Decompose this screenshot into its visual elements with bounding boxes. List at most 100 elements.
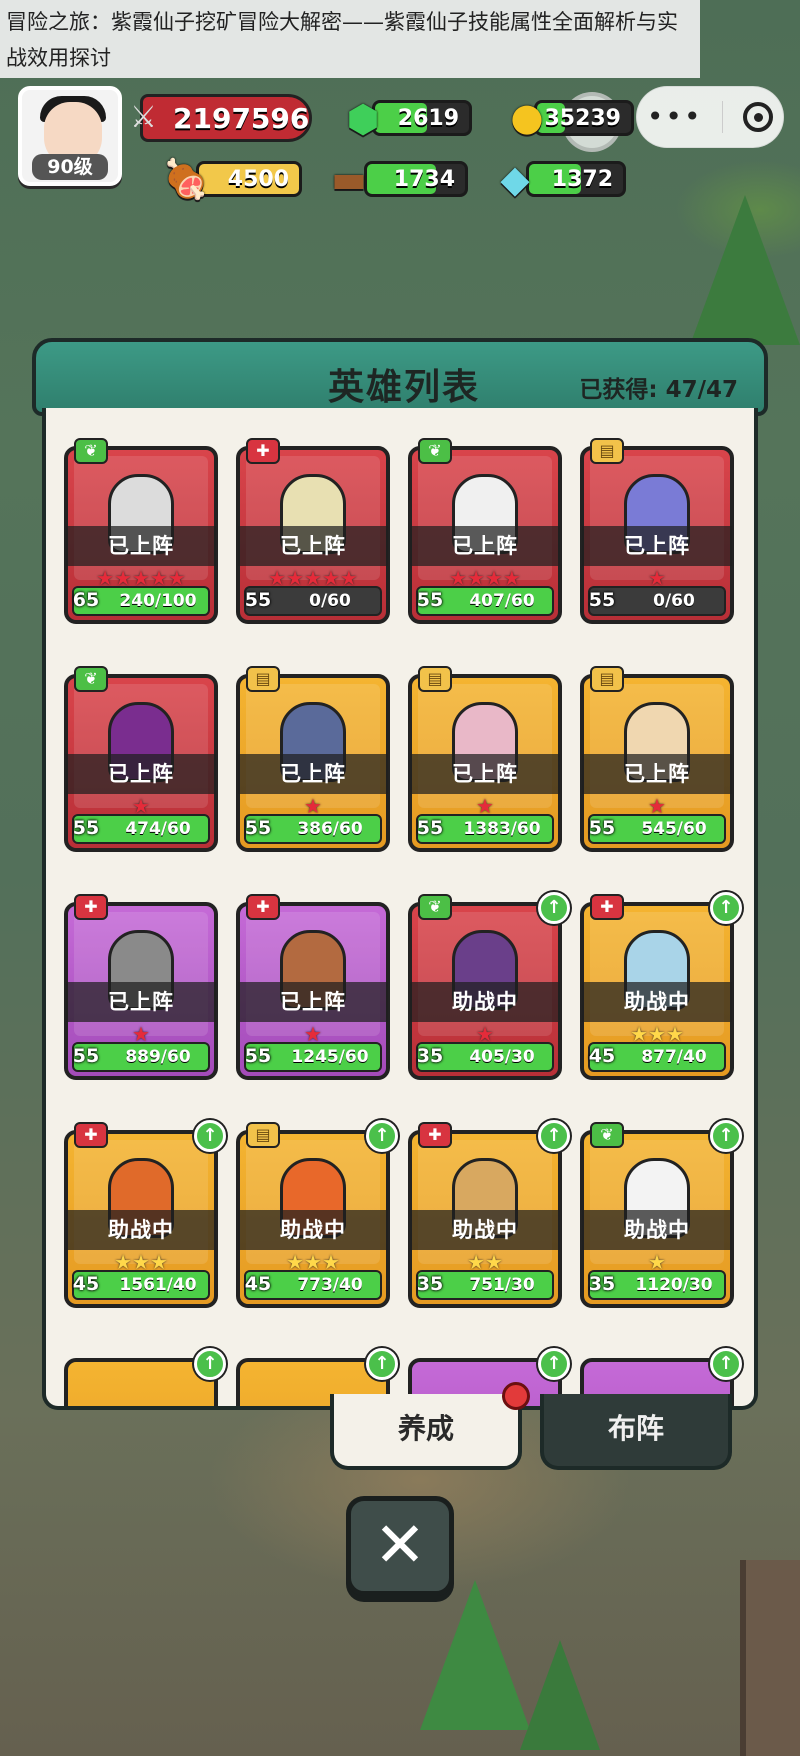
leaf-class-icon: ❦ bbox=[590, 1122, 624, 1148]
hero-grid-container[interactable]: ❦ 已上阵 ★★★★★ 240/100 65 ✚ 已上阵 ★★★★★ 0/60 55 ❦ 已上阵 ★★★… bbox=[42, 408, 758, 1410]
upgrade-arrow-icon: ↑ bbox=[194, 1120, 226, 1152]
hero-card[interactable]: ❦ 已上阵 ★ 474/60 55 bbox=[64, 666, 218, 852]
hero-status-label: 已上阵 bbox=[66, 754, 216, 794]
hero-status-label: 已上阵 bbox=[66, 982, 216, 1022]
hero-card[interactable]: ❦ 已上阵 ★★★★ 407/60 55 bbox=[408, 438, 562, 624]
book-class-icon: ▤ bbox=[246, 666, 280, 692]
hero-card-partial[interactable]: ↑ bbox=[64, 1348, 226, 1406]
tree-decoration bbox=[420, 1580, 530, 1730]
hero-card[interactable]: ▤ 已上阵 ★ 545/60 55 bbox=[580, 666, 734, 852]
leaf-class-icon: ❦ bbox=[74, 666, 108, 692]
cross-class-icon: ✚ bbox=[246, 894, 280, 920]
hero-card[interactable]: ❦ ↑ 助战中 ★ 1120/30 35 bbox=[580, 1120, 742, 1308]
upgrade-arrow-icon: ↑ bbox=[538, 1120, 570, 1152]
more-dots-icon[interactable]: ••• bbox=[647, 103, 703, 131]
book-class-icon: ▤ bbox=[590, 438, 624, 464]
shard-progress-text: 407/60 bbox=[469, 591, 535, 611]
hero-status-label: 已上阵 bbox=[238, 754, 388, 794]
hero-status-label: 已上阵 bbox=[410, 754, 560, 794]
player-level-label: 90级 bbox=[32, 154, 108, 180]
shard-progress-text: 240/100 bbox=[119, 591, 197, 611]
hero-status-label: 已上阵 bbox=[582, 526, 732, 566]
resource-bar-meat: 4500 bbox=[196, 161, 302, 197]
hero-card[interactable]: ✚ ↑ 助战中 ★★★ 1561/40 45 bbox=[64, 1120, 226, 1308]
tree-decoration bbox=[690, 195, 800, 345]
tab-formation[interactable]: 布阵 bbox=[540, 1394, 732, 1470]
hero-card[interactable]: ✚ 已上阵 ★ 889/60 55 bbox=[64, 894, 218, 1080]
cross-class-icon: ✚ bbox=[590, 894, 624, 920]
hero-card[interactable]: ▤ 已上阵 ★ 1383/60 55 bbox=[408, 666, 562, 852]
hero-level: 55 bbox=[416, 817, 444, 839]
upgrade-arrow-icon: ↑ bbox=[538, 892, 570, 924]
panel-header: 英雄列表 已获得: 47/47 bbox=[32, 338, 768, 416]
combat-power-value: 2197596 bbox=[173, 101, 310, 135]
shard-progress-text: 1383/60 bbox=[463, 819, 541, 839]
hero-card[interactable]: ▤ 已上阵 ★ 386/60 55 bbox=[236, 666, 390, 852]
hero-card[interactable]: ❦ ↑ 助战中 ★ 405/30 35 bbox=[408, 892, 570, 1080]
hero-card[interactable]: ▤ ↑ 助战中 ★★★ 773/40 45 bbox=[236, 1120, 398, 1308]
hero-card[interactable]: ✚ ↑ 助战中 ★★ 751/30 35 bbox=[408, 1120, 570, 1308]
player-avatar[interactable]: 90级 bbox=[18, 86, 122, 186]
hero-card[interactable]: ✚ 已上阵 ★ 1245/60 55 bbox=[236, 894, 390, 1080]
upgrade-arrow-icon: ↑ bbox=[366, 1120, 398, 1152]
tab-formation-label: 布阵 bbox=[607, 1412, 664, 1445]
hero-level: 55 bbox=[588, 589, 616, 611]
shard-progress-text: 386/60 bbox=[297, 819, 363, 839]
hero-card[interactable]: ✚ 已上阵 ★★★★★ 0/60 55 bbox=[236, 438, 390, 624]
hero-card[interactable]: ❦ 已上阵 ★★★★★ 240/100 65 bbox=[64, 438, 218, 624]
shard-progress-text: 405/30 bbox=[469, 1047, 535, 1067]
shard-progress-text: 1561/40 bbox=[119, 1275, 197, 1295]
upgrade-arrow-icon: ↑ bbox=[538, 1348, 570, 1380]
hero-status-label: 助战中 bbox=[582, 1210, 732, 1250]
capsule-divider bbox=[722, 101, 724, 133]
hero-card[interactable]: ✚ ↑ 助战中 ★★★ 877/40 45 bbox=[580, 892, 742, 1080]
hero-status-label: 助战中 bbox=[410, 982, 560, 1022]
hero-level: 55 bbox=[72, 1045, 100, 1067]
resource-value: 4500 bbox=[227, 166, 289, 192]
hero-status-label: 助战中 bbox=[410, 1210, 560, 1250]
close-button[interactable]: ✕ bbox=[346, 1496, 454, 1596]
hero-level: 65 bbox=[72, 589, 100, 611]
hero-level: 55 bbox=[244, 589, 272, 611]
hero-status-label: 助战中 bbox=[238, 1210, 388, 1250]
cross-class-icon: ✚ bbox=[246, 438, 280, 464]
leaf-class-icon: ❦ bbox=[418, 438, 452, 464]
close-miniprogram-icon[interactable] bbox=[743, 102, 774, 132]
resource-bar-wood-log: 1734 bbox=[364, 161, 468, 197]
cross-class-icon: ✚ bbox=[74, 1122, 108, 1148]
upgrade-arrow-icon: ↑ bbox=[194, 1348, 226, 1380]
tree-decoration bbox=[520, 1640, 600, 1750]
hero-level: 35 bbox=[416, 1273, 444, 1295]
shard-progress-text: 1245/60 bbox=[291, 1047, 369, 1067]
wood-log-icon: ▬ bbox=[331, 157, 367, 201]
hero-status-label: 已上阵 bbox=[66, 526, 216, 566]
hero-level: 45 bbox=[244, 1273, 272, 1295]
miniprogram-capsule[interactable]: ••• bbox=[636, 86, 784, 148]
notification-dot-icon bbox=[502, 1382, 530, 1410]
book-class-icon: ▤ bbox=[418, 666, 452, 692]
tower-decoration bbox=[740, 1560, 800, 1756]
meat-icon: 🍖 bbox=[162, 157, 210, 201]
hero-status-label: 助战中 bbox=[66, 1210, 216, 1250]
shard-progress-text: 474/60 bbox=[125, 819, 191, 839]
hero-level: 35 bbox=[416, 1045, 444, 1067]
shard-progress-text: 773/40 bbox=[297, 1275, 363, 1295]
tab-train[interactable]: 养成 bbox=[330, 1382, 530, 1470]
hero-level: 55 bbox=[244, 817, 272, 839]
upgrade-arrow-icon: ↑ bbox=[710, 1120, 742, 1152]
upgrade-arrow-icon: ↑ bbox=[710, 892, 742, 924]
hero-card[interactable]: ▤ 已上阵 ★ 0/60 55 bbox=[580, 438, 734, 624]
shard-progress-text: 1120/30 bbox=[635, 1275, 713, 1295]
upgrade-arrow-icon: ↑ bbox=[710, 1348, 742, 1380]
book-class-icon: ▤ bbox=[246, 1122, 280, 1148]
gold-coin-icon: ● bbox=[510, 95, 544, 139]
hero-list-panel: 英雄列表 已获得: 47/47 ❦ 已上阵 ★★★★★ 240/100 65 ✚ 已上阵 ★★… bbox=[32, 338, 768, 1410]
hero-level: 45 bbox=[588, 1045, 616, 1067]
cross-class-icon: ✚ bbox=[74, 894, 108, 920]
shard-progress-text: 0/60 bbox=[309, 591, 351, 611]
shard-progress-text: 545/60 bbox=[641, 819, 707, 839]
upgrade-arrow-icon: ↑ bbox=[366, 1348, 398, 1380]
leaf-class-icon: ❦ bbox=[74, 438, 108, 464]
hero-level: 55 bbox=[416, 589, 444, 611]
hero-status-label: 助战中 bbox=[582, 982, 732, 1022]
